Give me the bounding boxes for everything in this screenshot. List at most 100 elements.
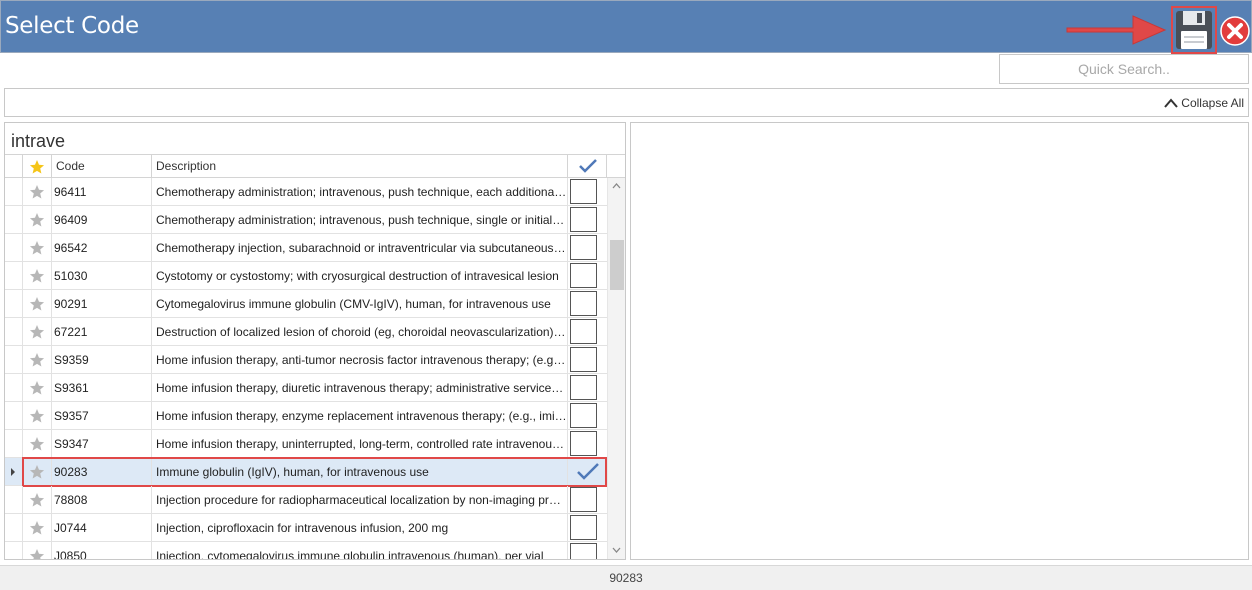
row-checkbox[interactable] [570,403,597,428]
close-button[interactable] [1220,16,1250,46]
table-row[interactable]: S9357 Home infusion therapy, enzyme repla… [5,402,607,430]
favorite-toggle[interactable] [23,178,52,206]
header-description[interactable]: Description [152,155,568,178]
row-checkbox[interactable] [570,207,597,232]
row-checkbox[interactable] [570,179,597,204]
code-cell: S9357 [52,402,152,430]
favorite-toggle[interactable] [23,346,52,374]
description-cell: Chemotherapy administration; intravenous… [152,178,568,206]
row-checkbox[interactable] [570,375,597,400]
vertical-scrollbar[interactable] [607,178,625,559]
table-row[interactable]: 96411 Chemotherapy administration; intrav… [5,178,607,206]
table-row[interactable]: 90283 Immune globulin (IgIV), human, for … [5,458,607,486]
favorite-toggle[interactable] [23,206,52,234]
code-cell: J0850 [52,542,152,559]
star-icon [29,241,45,255]
code-cell: 90291 [52,290,152,318]
favorite-toggle[interactable] [23,458,52,486]
favorite-toggle[interactable] [23,374,52,402]
red-arrow-annotation [1066,15,1167,45]
header-selected[interactable] [568,155,607,178]
description-cell: Destruction of localized lesion of choro… [152,318,568,346]
scroll-thumb[interactable] [610,240,624,290]
grid-header: Code Description [5,154,625,178]
select-cell [568,206,607,234]
table-row[interactable]: 90291 Cytomegalovirus immune globulin (CM… [5,290,607,318]
row-checkbox[interactable] [570,263,597,288]
current-row-indicator-icon [11,468,15,476]
code-cell: 67221 [52,318,152,346]
row-checkbox[interactable] [570,319,597,344]
code-cell: S9347 [52,430,152,458]
header-indicator-cell [5,155,23,178]
row-checkbox[interactable] [570,347,597,372]
row-indicator-cell [5,458,23,486]
row-indicator-cell [5,542,23,559]
star-icon [29,185,45,199]
chevron-up-icon [1164,98,1179,108]
quick-search-input[interactable] [1000,55,1248,83]
detail-panel [630,122,1249,560]
description-cell: Home infusion therapy, diuretic intraven… [152,374,568,402]
select-cell [568,318,607,346]
quick-search-box[interactable] [999,54,1249,84]
table-row[interactable]: 78808 Injection procedure for radiopharma… [5,486,607,514]
favorite-toggle[interactable] [23,402,52,430]
collapse-all-button[interactable]: Collapse All [1163,96,1244,110]
description-cell: Chemotherapy injection, subarachnoid or … [152,234,568,262]
scroll-up-button[interactable] [608,178,625,194]
save-button[interactable] [1171,6,1217,54]
select-cell [568,262,607,290]
row-checkbox[interactable] [570,431,597,456]
header-code[interactable]: Code [52,155,152,178]
header-favorite[interactable] [23,155,52,178]
table-row[interactable]: 96542 Chemotherapy injection, subarachnoi… [5,234,607,262]
description-cell: Immune globulin (IgIV), human, for intra… [152,458,568,486]
select-cell [568,514,607,542]
table-row[interactable]: 51030 Cystotomy or cystostomy; with cryos… [5,262,607,290]
description-cell: Injection, ciprofloxacin for intravenous… [152,514,568,542]
description-cell: Chemotherapy administration; intravenous… [152,206,568,234]
favorite-toggle[interactable] [23,430,52,458]
row-indicator-cell [5,486,23,514]
favorite-toggle[interactable] [23,486,52,514]
favorite-toggle[interactable] [23,318,52,346]
select-cell [568,178,607,206]
star-icon [29,437,45,451]
star-icon [29,549,45,559]
favorite-toggle[interactable] [23,234,52,262]
row-checkbox[interactable] [570,487,597,512]
code-cell: 96411 [52,178,152,206]
star-icon [29,381,45,395]
collapse-all-label: Collapse All [1181,96,1244,110]
table-row[interactable]: S9359 Home infusion therapy, anti-tumor n… [5,346,607,374]
select-cell [568,486,607,514]
favorite-toggle[interactable] [23,262,52,290]
row-indicator-cell [5,234,23,262]
table-row[interactable]: J0850 Injection, cytomegalovirus immune g… [5,542,607,559]
description-cell: Home infusion therapy, enzyme replacemen… [152,402,568,430]
chevron-up-icon [612,183,621,189]
table-row[interactable]: 67221 Destruction of localized lesion of … [5,318,607,346]
favorite-toggle[interactable] [23,514,52,542]
table-row[interactable]: S9347 Home infusion therapy, uninterrupte… [5,430,607,458]
checkmark-icon[interactable] [576,462,600,482]
row-checkbox[interactable] [570,235,597,260]
row-checkbox[interactable] [570,515,597,540]
favorite-toggle[interactable] [23,542,52,559]
select-cell [568,542,607,559]
code-cell: S9361 [52,374,152,402]
code-cell: 96409 [52,206,152,234]
star-icon [29,521,45,535]
table-row[interactable]: 96409 Chemotherapy administration; intrav… [5,206,607,234]
code-cell: 78808 [52,486,152,514]
row-checkbox[interactable] [570,291,597,316]
table-row[interactable]: S9361 Home infusion therapy, diuretic int… [5,374,607,402]
row-indicator-cell [5,178,23,206]
scroll-down-button[interactable] [608,542,625,558]
row-checkbox[interactable] [570,543,597,559]
code-list-panel: intrave Code Description 96411 Chemothera… [4,122,626,560]
favorite-toggle[interactable] [23,290,52,318]
star-icon [29,353,45,367]
table-row[interactable]: J0744 Injection, ciprofloxacin for intrav… [5,514,607,542]
